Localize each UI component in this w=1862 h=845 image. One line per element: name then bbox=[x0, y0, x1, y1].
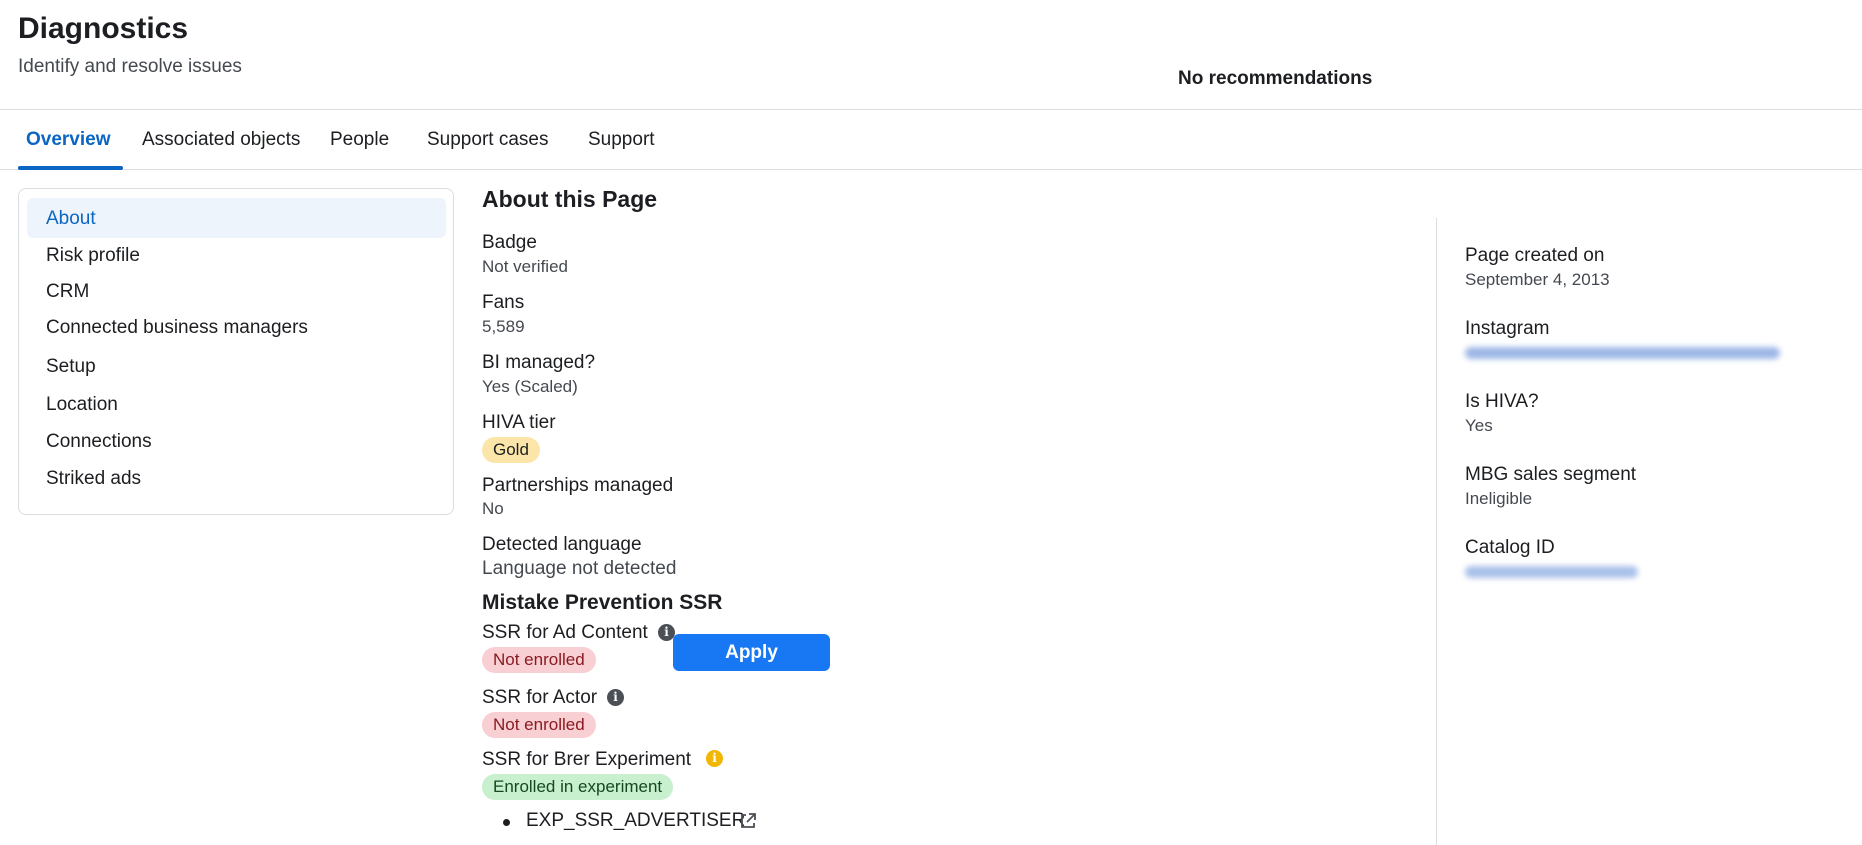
apply-button[interactable]: Apply bbox=[673, 634, 830, 671]
tab-people[interactable]: People bbox=[330, 129, 389, 170]
hiva-tier-label: HIVA tier bbox=[482, 412, 556, 433]
vertical-divider bbox=[1436, 218, 1437, 845]
is-hiva-label: Is HIVA? bbox=[1465, 391, 1539, 412]
ssr-ad-content-label: SSR for Ad Content bbox=[482, 622, 648, 643]
is-hiva-value: Yes bbox=[1465, 416, 1493, 435]
info-icon[interactable]: i bbox=[706, 750, 723, 767]
ssr-brer-label: SSR for Brer Experiment bbox=[482, 749, 692, 770]
sidebar-item-about[interactable]: About bbox=[46, 208, 96, 230]
sidebar-item-connections[interactable]: Connections bbox=[46, 431, 152, 453]
sidebar-item-crm[interactable]: CRM bbox=[46, 281, 89, 303]
sidebar: About Risk profile CRM Connected busines… bbox=[18, 188, 454, 515]
ssr-brer-status-badge: Enrolled in experiment bbox=[482, 774, 674, 800]
bi-managed-value: Yes (Scaled) bbox=[482, 377, 578, 396]
page-subtitle: Identify and resolve issues bbox=[18, 56, 242, 77]
active-tab-indicator bbox=[18, 166, 123, 170]
instagram-label: Instagram bbox=[1465, 318, 1550, 339]
tab-associated-objects[interactable]: Associated objects bbox=[142, 129, 300, 170]
partnerships-value: No bbox=[482, 499, 504, 518]
sidebar-item-striked-ads[interactable]: Striked ads bbox=[46, 468, 141, 490]
detected-language-label: Detected language bbox=[482, 534, 642, 555]
ssr-section-title: Mistake Prevention SSR bbox=[482, 591, 723, 614]
ssr-actor-status-badge: Not enrolled bbox=[482, 712, 596, 738]
badge-label: Badge bbox=[482, 232, 537, 253]
bi-managed-label: BI managed? bbox=[482, 352, 596, 373]
ssr-ad-content-status-badge: Not enrolled bbox=[482, 647, 596, 673]
external-link-icon[interactable] bbox=[739, 812, 757, 830]
section-title: About this Page bbox=[482, 186, 658, 212]
tab-support[interactable]: Support bbox=[588, 129, 655, 170]
partnerships-label: Partnerships managed bbox=[482, 475, 674, 496]
hiva-tier-badge: Gold bbox=[482, 437, 540, 463]
mbg-sales-segment-label: MBG sales segment bbox=[1465, 464, 1637, 485]
sidebar-item-risk-profile[interactable]: Risk profile bbox=[46, 245, 140, 267]
page-header: Diagnostics Identify and resolve issues … bbox=[0, 0, 1862, 110]
ssr-actor-label: SSR for Actor bbox=[482, 687, 598, 708]
fans-value: 5,589 bbox=[482, 317, 525, 336]
page-created-value: September 4, 2013 bbox=[1465, 270, 1610, 289]
tab-bar: Overview Associated objects People Suppo… bbox=[0, 111, 1862, 170]
sidebar-item-setup[interactable]: Setup bbox=[46, 356, 96, 378]
info-icon[interactable]: i bbox=[607, 689, 624, 706]
page-created-label: Page created on bbox=[1465, 245, 1605, 266]
recommendations-status: No recommendations bbox=[1178, 68, 1373, 89]
experiment-link[interactable]: EXP_SSR_ADVERTISER bbox=[526, 810, 745, 832]
sidebar-item-location[interactable]: Location bbox=[46, 394, 118, 416]
fans-label: Fans bbox=[482, 292, 525, 313]
sidebar-item-connected-business-managers[interactable]: Connected business managers bbox=[46, 317, 308, 339]
list-bullet bbox=[503, 819, 510, 826]
mbg-sales-segment-value: Ineligible bbox=[1465, 489, 1533, 508]
catalog-id-label: Catalog ID bbox=[1465, 537, 1555, 558]
badge-value: Not verified bbox=[482, 257, 568, 276]
detected-language-value: Language not detected bbox=[482, 558, 677, 579]
tab-overview[interactable]: Overview bbox=[26, 129, 111, 170]
instagram-value-redacted bbox=[1465, 347, 1780, 359]
catalog-id-value-redacted bbox=[1465, 566, 1638, 578]
tab-support-cases[interactable]: Support cases bbox=[427, 129, 548, 170]
page-title: Diagnostics bbox=[18, 12, 189, 45]
